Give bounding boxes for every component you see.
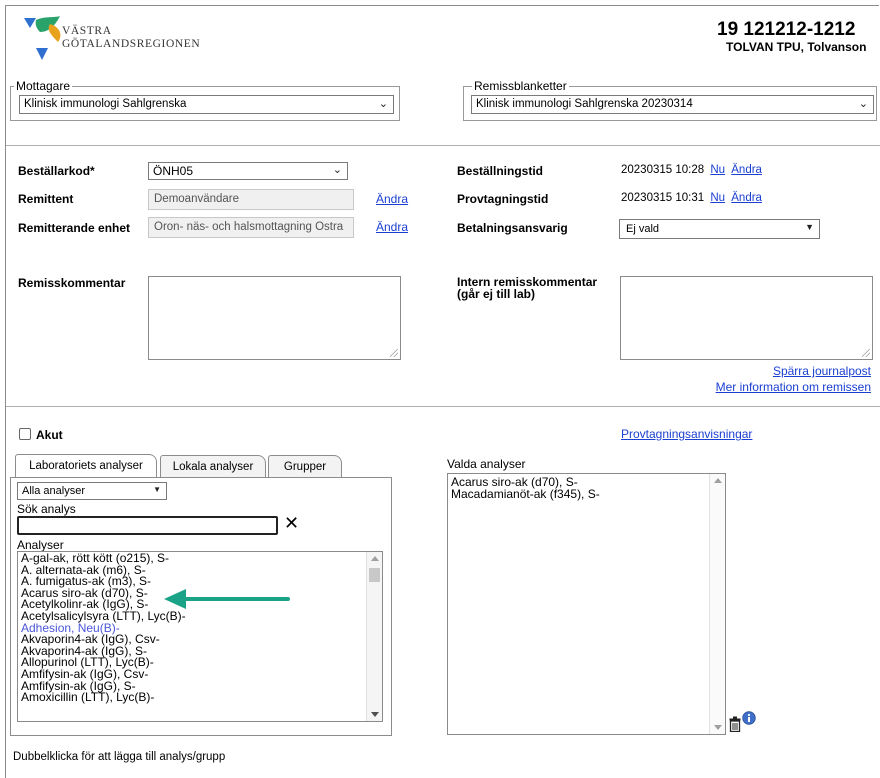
tab-lokala-analyser[interactable]: Lokala analyser bbox=[160, 455, 266, 477]
valda-label: Valda analyser bbox=[447, 457, 526, 471]
filter-selected: Alla analyser bbox=[22, 485, 85, 497]
bestallningstid-nu-link[interactable]: Nu bbox=[710, 164, 725, 176]
bestallarkod-label: Beställarkod* bbox=[18, 164, 95, 178]
provtagningstid-andra-link[interactable]: Ändra bbox=[731, 192, 762, 204]
scroll-down-icon[interactable] bbox=[371, 712, 379, 717]
logo-line-2: GÖTALANDSREGIONEN bbox=[62, 38, 201, 50]
tab-laboratoriets-analyser[interactable]: Laboratoriets analyser bbox=[15, 454, 157, 477]
vald-analys-item[interactable]: Macadamianöt-ak (f345), S- bbox=[448, 488, 725, 500]
bestallningstid-label: Beställningstid bbox=[457, 164, 544, 178]
scroll-thumb[interactable] bbox=[369, 568, 380, 582]
caret-down-icon: ▼ bbox=[153, 485, 161, 494]
analyser-label: Analyser bbox=[17, 538, 64, 552]
analyser-items: A-gal-ak, rött kött (o215), S- A. alterna… bbox=[18, 552, 382, 704]
patient-name: TOLVAN TPU, Tolvanson bbox=[726, 40, 867, 54]
search-input[interactable] bbox=[17, 516, 278, 535]
scroll-up-icon[interactable] bbox=[714, 478, 722, 483]
intern-label-line-2: (går ej till lab) bbox=[457, 287, 536, 301]
remitterande-field: Oron- näs- och halsmottagning Ostra bbox=[148, 217, 354, 238]
logo: VÄSTRA GÖTALANDSREGIONEN bbox=[22, 14, 232, 62]
mer-information-link[interactable]: Mer information om remissen bbox=[716, 380, 871, 394]
betalning-selected: Ej vald bbox=[626, 223, 660, 235]
scroll-up-icon[interactable] bbox=[371, 556, 379, 561]
provtagningstid-row: 20230315 10:31 Nu Ändra bbox=[621, 192, 762, 204]
bestallarkod-select[interactable]: ÖNH05 ⌄ bbox=[148, 162, 348, 180]
remitterande-andra-link[interactable]: Ändra bbox=[376, 220, 408, 234]
valda-scrollbar[interactable] bbox=[709, 474, 725, 734]
mottagare-select[interactable]: Klinisk immunologi Sahlgrenska ⌄ bbox=[19, 95, 394, 114]
chevron-down-icon: ⌄ bbox=[332, 164, 342, 176]
filter-select[interactable]: Alla analyser ▼ bbox=[17, 482, 167, 500]
remittent-andra-link[interactable]: Ändra bbox=[376, 192, 408, 206]
intern-kommentar-textarea[interactable] bbox=[620, 276, 873, 360]
provtagningstid-nu-link[interactable]: Nu bbox=[710, 192, 725, 204]
scroll-down-icon[interactable] bbox=[714, 725, 722, 730]
provtagningstid-value: 20230315 10:31 bbox=[621, 192, 705, 204]
resize-grip-icon[interactable] bbox=[390, 349, 398, 357]
patient-id: 19 121212-1212 bbox=[717, 19, 856, 40]
footer-hint: Dubbelklicka för att lägga till analys/g… bbox=[13, 751, 226, 763]
bestallningstid-row: 20230315 10:28 Nu Ändra bbox=[621, 164, 762, 176]
remissblanketter-select[interactable]: Klinisk immunologi Sahlgrenska 20230314 … bbox=[471, 95, 874, 114]
tab-grupper[interactable]: Grupper bbox=[268, 455, 342, 477]
betalning-label: Betalningsansvarig bbox=[457, 221, 568, 235]
analys-list-item[interactable]: Amoxicillin (LTT), Lyc(B)- bbox=[18, 691, 382, 704]
remissblanketter-selected: Klinisk immunologi Sahlgrenska 20230314 bbox=[476, 98, 693, 110]
info-icon[interactable] bbox=[742, 711, 756, 725]
bestallningstid-value: 20230315 10:28 bbox=[621, 164, 705, 176]
divider bbox=[6, 406, 880, 407]
bestallningstid-andra-link[interactable]: Ändra bbox=[731, 164, 762, 176]
resize-grip-icon[interactable] bbox=[862, 349, 870, 357]
akut-label: Akut bbox=[36, 428, 63, 442]
search-label: Sök analys bbox=[17, 502, 76, 516]
logo-line-1: VÄSTRA bbox=[62, 25, 112, 37]
caret-down-icon: ▼ bbox=[805, 222, 814, 232]
remittent-field: Demoanvändare bbox=[148, 189, 354, 210]
trash-icon[interactable] bbox=[729, 716, 741, 732]
remisskommentar-textarea[interactable] bbox=[148, 276, 401, 360]
sparra-journalpost-link[interactable]: Spärra journalpost bbox=[773, 364, 871, 378]
analyser-list[interactable]: A-gal-ak, rött kött (o215), S- A. alterna… bbox=[17, 551, 383, 722]
bestallarkod-selected: ÖNH05 bbox=[153, 164, 194, 178]
valda-list[interactable]: Acarus siro-ak (d70), S- Macadamianöt-ak … bbox=[447, 473, 726, 735]
divider bbox=[6, 145, 880, 146]
close-icon[interactable]: ✕ bbox=[284, 513, 299, 533]
chevron-down-icon: ⌄ bbox=[858, 98, 868, 110]
intern-label: Intern remisskommentar (går ej till lab) bbox=[457, 276, 597, 300]
remitterande-label: Remitterande enhet bbox=[18, 221, 131, 235]
provtagningsanvisningar-link[interactable]: Provtagningsanvisningar bbox=[621, 427, 752, 441]
remisskommentar-label: Remisskommentar bbox=[18, 276, 126, 290]
mottagare-legend: Mottagare bbox=[14, 79, 73, 93]
chevron-down-icon: ⌄ bbox=[378, 98, 388, 110]
provtagningstid-label: Provtagningstid bbox=[457, 192, 549, 206]
analyser-scrollbar[interactable] bbox=[366, 552, 382, 721]
valda-items: Acarus siro-ak (d70), S- Macadamianöt-ak … bbox=[448, 476, 725, 500]
akut-checkbox[interactable] bbox=[19, 428, 31, 440]
arrow-left-icon bbox=[164, 589, 290, 609]
mottagare-selected: Klinisk immunologi Sahlgrenska bbox=[24, 98, 187, 110]
betalning-select[interactable]: Ej vald ▼ bbox=[619, 219, 820, 239]
remittent-label: Remittent bbox=[18, 192, 74, 206]
remissblanketter-legend: Remissblanketter bbox=[472, 79, 569, 93]
